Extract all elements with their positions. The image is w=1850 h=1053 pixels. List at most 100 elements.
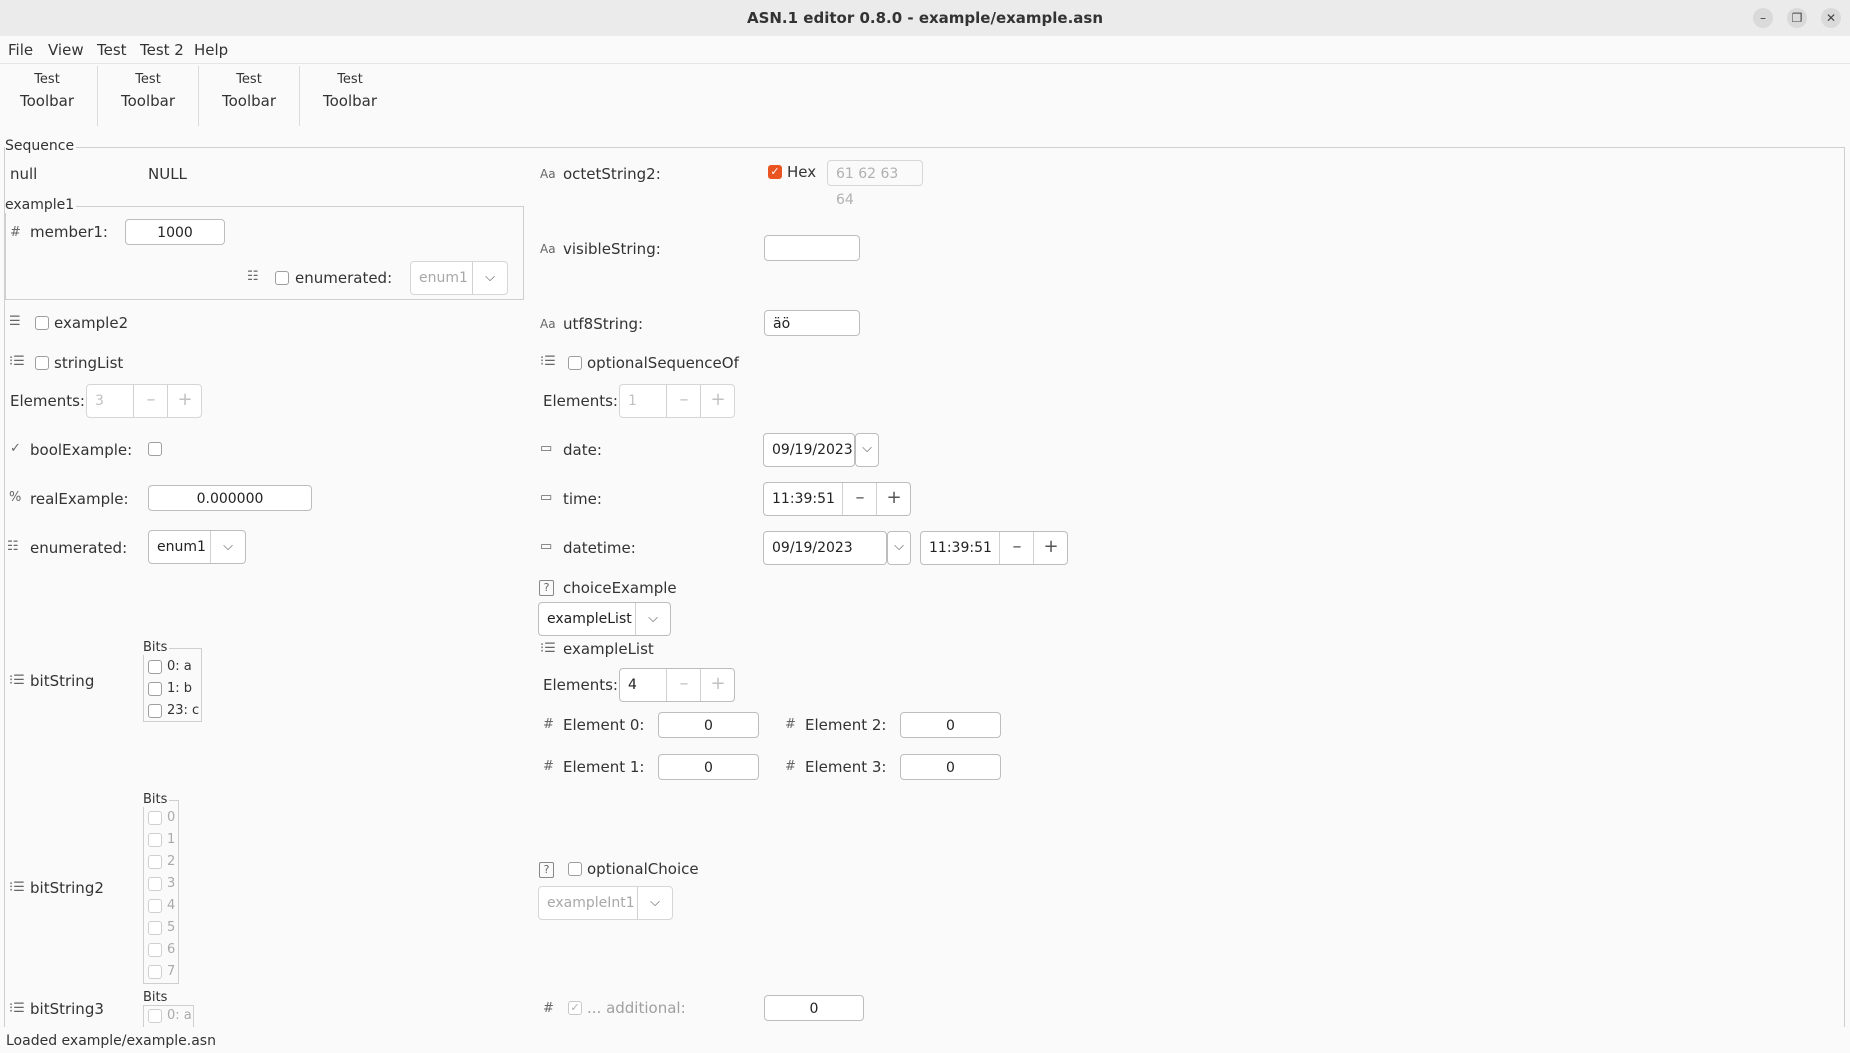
- minus-icon[interactable]: –: [133, 385, 168, 417]
- hex-checkbox[interactable]: ✓: [768, 165, 782, 179]
- menu-view[interactable]: View: [48, 41, 84, 59]
- element-0-input[interactable]: 0: [658, 712, 759, 738]
- restore-icon[interactable]: ❐: [1787, 8, 1807, 28]
- enumerated-optional-checkbox[interactable]: [275, 271, 289, 285]
- examplelist-elements-spinner[interactable]: 4 – +: [619, 668, 735, 702]
- toolbar-button-2[interactable]: Test Toolbar: [103, 72, 193, 110]
- bit-label: 6: [167, 942, 176, 957]
- plus-icon[interactable]: +: [1033, 532, 1068, 564]
- menu-test2[interactable]: Test 2: [140, 41, 184, 59]
- boolexample-checkbox[interactable]: [148, 442, 162, 456]
- sequence-icon: ☰: [9, 314, 21, 329]
- time-spinner[interactable]: 11:39:51 – +: [763, 482, 911, 516]
- date-dropdown[interactable]: ⌵: [855, 433, 879, 467]
- plus-icon[interactable]: +: [167, 385, 202, 417]
- toolbar-button-4-bottom: Toolbar: [322, 92, 378, 110]
- plus-icon[interactable]: +: [876, 483, 911, 515]
- date-input[interactable]: 09/19/2023: [763, 433, 855, 467]
- element-3-input[interactable]: 0: [900, 754, 1001, 780]
- element-2-label: Element 2:: [805, 716, 887, 734]
- menu-bar: File View Test Test 2 Help: [0, 36, 1850, 64]
- menu-file[interactable]: File: [8, 41, 33, 59]
- menu-test[interactable]: Test: [97, 41, 127, 59]
- check-icon: ✓: [10, 441, 21, 456]
- toolbar-button-1[interactable]: Test Toolbar: [2, 72, 92, 110]
- optionalsequenceof-checkbox[interactable]: [568, 356, 582, 370]
- enum-list-icon: ☷: [7, 539, 19, 554]
- datetime-date-value: 09/19/2023: [772, 540, 853, 556]
- bit-checkbox[interactable]: [148, 704, 162, 718]
- member1-input[interactable]: 1000: [125, 219, 225, 245]
- element-1-label: Element 1:: [563, 758, 645, 776]
- minus-icon[interactable]: –: [666, 669, 701, 701]
- close-icon[interactable]: ✕: [1821, 8, 1841, 28]
- visiblestring-label: visibleString:: [563, 240, 661, 258]
- optionalsequenceof-elements-spinner[interactable]: 1 – +: [619, 384, 735, 418]
- chevron-down-icon: ⌵: [210, 531, 245, 563]
- additional-label: ... additional:: [587, 999, 686, 1017]
- menu-help[interactable]: Help: [194, 41, 228, 59]
- datetime-date-dropdown[interactable]: ⌵: [887, 531, 911, 565]
- realexample-input[interactable]: 0.000000: [148, 485, 312, 511]
- example2-checkbox[interactable]: [35, 316, 49, 330]
- utf8string-input[interactable]: äö: [764, 310, 860, 336]
- example1-enumerated-select[interactable]: enum1 ⌵: [410, 261, 508, 295]
- minimize-icon[interactable]: –: [1753, 8, 1773, 28]
- bit-checkbox[interactable]: [148, 682, 162, 696]
- example1-title: example1: [5, 197, 77, 213]
- bit-label: 1: [167, 832, 176, 847]
- optionalsequenceof-elements-value: 1: [628, 393, 637, 409]
- bit-checkbox[interactable]: [148, 811, 162, 825]
- bit-checkbox[interactable]: [148, 965, 162, 979]
- enumerated-label: enumerated:: [30, 539, 128, 557]
- bit-label: 7: [167, 964, 176, 979]
- octetstring2-input[interactable]: 61 62 63 64: [827, 160, 923, 208]
- text-icon: Aa: [540, 167, 556, 181]
- stringlist-elements-spinner[interactable]: 3 – +: [86, 384, 202, 418]
- optionalchoice-select[interactable]: exampleInt1 ⌵: [538, 886, 673, 920]
- enumerated-select[interactable]: enum1 ⌵: [148, 530, 246, 564]
- calendar-icon: ▭: [540, 441, 553, 456]
- bit-checkbox[interactable]: [148, 921, 162, 935]
- number-icon: #: [785, 717, 796, 732]
- element-2-input[interactable]: 0: [900, 712, 1001, 738]
- toolbar-button-3[interactable]: Test Toolbar: [204, 72, 294, 110]
- visiblestring-input[interactable]: [764, 235, 860, 261]
- datetime-time-spinner[interactable]: 11:39:51 – +: [920, 531, 1068, 565]
- plus-icon[interactable]: +: [700, 669, 735, 701]
- list-icon: ⁝☰: [540, 354, 556, 369]
- bit-label: 23: c: [167, 703, 200, 718]
- toolbar-button-2-top: Test: [135, 72, 161, 87]
- stringlist-elements-value: 3: [95, 393, 104, 409]
- datetime-date-input[interactable]: 09/19/2023: [763, 531, 887, 565]
- optionalchoice-value: exampleInt1: [547, 895, 635, 911]
- element-1-input[interactable]: 0: [658, 754, 759, 780]
- stringlist-label: stringList: [54, 354, 124, 372]
- bit-checkbox[interactable]: [148, 833, 162, 847]
- calendar-icon: ▭: [540, 539, 553, 554]
- bit-checkbox[interactable]: [148, 899, 162, 913]
- enum-list-icon: ☷: [247, 269, 259, 284]
- optionalchoice-checkbox[interactable]: [568, 862, 582, 876]
- choiceexample-select[interactable]: exampleList ⌵: [538, 602, 671, 636]
- bit-label: 2: [167, 854, 176, 869]
- optionalsequenceof-elements-label: Elements:: [543, 392, 618, 410]
- additional-checkbox[interactable]: ✓: [568, 1001, 582, 1015]
- bit-checkbox[interactable]: [148, 855, 162, 869]
- toolbar-button-4[interactable]: Test Toolbar: [305, 72, 395, 110]
- bit-checkbox[interactable]: [148, 877, 162, 891]
- additional-input[interactable]: 0: [764, 995, 864, 1021]
- list-icon: ⁝☰: [9, 1001, 25, 1016]
- bit-label: 0: [167, 810, 176, 825]
- bit-checkbox[interactable]: [148, 1009, 162, 1023]
- plus-icon[interactable]: +: [700, 385, 735, 417]
- toolbar-button-2-bottom: Toolbar: [120, 92, 176, 110]
- minus-icon[interactable]: –: [842, 483, 877, 515]
- minus-icon[interactable]: –: [666, 385, 701, 417]
- examplelist-elements-value: 4: [628, 677, 637, 693]
- stringlist-checkbox[interactable]: [35, 356, 49, 370]
- sequence-title: Sequence: [5, 138, 77, 154]
- minus-icon[interactable]: –: [999, 532, 1034, 564]
- bit-checkbox[interactable]: [148, 943, 162, 957]
- bit-checkbox[interactable]: [148, 660, 162, 674]
